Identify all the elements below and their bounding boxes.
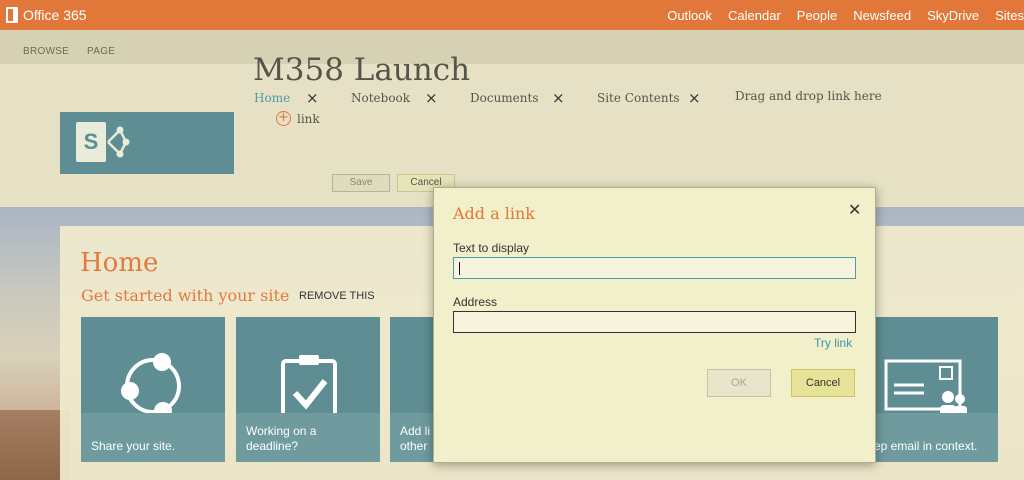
suite-nav-newsfeed[interactable]: Newsfeed xyxy=(853,8,911,23)
topnav-documents[interactable]: Documents xyxy=(470,91,538,105)
save-button[interactable]: Save xyxy=(332,174,390,192)
add-link-label: link xyxy=(297,111,320,126)
topnav-site-contents[interactable]: Site Contents xyxy=(597,91,680,105)
address-input[interactable] xyxy=(453,311,856,333)
suite-nav-calendar[interactable]: Calendar xyxy=(728,8,781,23)
remove-documents-icon[interactable]: × xyxy=(552,89,565,107)
get-started-heading: Get started with your site xyxy=(81,286,290,305)
site-logo[interactable]: S xyxy=(60,112,234,174)
suite-bar: Office 365 Outlook Calendar People Newsf… xyxy=(0,0,1024,30)
remove-notebook-icon[interactable]: × xyxy=(425,89,438,107)
topnav-notebook[interactable]: Notebook xyxy=(351,91,410,105)
address-label: Address xyxy=(453,295,498,309)
office-logo-icon xyxy=(6,7,18,23)
suite-nav-people[interactable]: People xyxy=(797,8,837,23)
topnav-home[interactable]: Home xyxy=(254,91,290,105)
ribbon-tab-page[interactable]: PAGE xyxy=(87,46,115,57)
suite-nav-sites[interactable]: Sites xyxy=(995,8,1024,23)
text-to-display-input[interactable] xyxy=(453,257,856,279)
cancel-button[interactable]: Cancel xyxy=(791,369,855,397)
try-link[interactable]: Try link xyxy=(814,336,852,350)
home-title: Home xyxy=(80,248,159,278)
drag-drop-link-target[interactable]: Drag and drop link here xyxy=(735,89,882,103)
mailbox-people-icon xyxy=(884,359,967,417)
remove-this-link[interactable]: REMOVE THIS xyxy=(299,290,375,302)
suite-nav-skydrive[interactable]: SkyDrive xyxy=(927,8,979,23)
ribbon: BROWSE PAGE xyxy=(0,30,1024,64)
tile-add-lists-label: Add li other xyxy=(400,424,431,453)
site-header: S xyxy=(0,64,1024,207)
tile-deadline-label: Working on a deadline? xyxy=(246,424,317,453)
text-caret xyxy=(459,262,460,275)
add-link-button[interactable]: + link xyxy=(276,111,320,126)
dialog-title: Add a link xyxy=(453,204,535,223)
suite-nav: Outlook Calendar People Newsfeed SkyDriv… xyxy=(667,8,1024,23)
ok-button[interactable]: OK xyxy=(707,369,771,397)
office365-brand[interactable]: Office 365 xyxy=(6,6,87,24)
remove-home-icon[interactable]: × xyxy=(306,89,319,107)
ribbon-tab-browse[interactable]: BROWSE xyxy=(23,46,69,57)
text-to-display-label: Text to display xyxy=(453,241,530,255)
tile-share-site[interactable]: Share your site. xyxy=(81,317,225,462)
tile-email-label: ep email in context. xyxy=(874,439,978,453)
sharepoint-network-icon xyxy=(107,126,130,158)
add-link-dialog: Add a link ✕ Text to display Address Try… xyxy=(433,187,876,463)
site-title[interactable]: M358 Launch xyxy=(253,52,470,88)
plus-circle-icon: + xyxy=(276,111,291,126)
brand-label: Office 365 xyxy=(23,7,87,23)
close-icon[interactable]: ✕ xyxy=(848,200,861,219)
tile-share-site-label: Share your site. xyxy=(91,439,176,453)
tile-deadline[interactable]: Working on a deadline? xyxy=(236,317,380,462)
share-icon xyxy=(121,353,181,420)
remove-site-contents-icon[interactable]: × xyxy=(688,89,701,107)
suite-nav-outlook[interactable]: Outlook xyxy=(667,8,712,23)
tile-caption-bg xyxy=(81,413,225,462)
